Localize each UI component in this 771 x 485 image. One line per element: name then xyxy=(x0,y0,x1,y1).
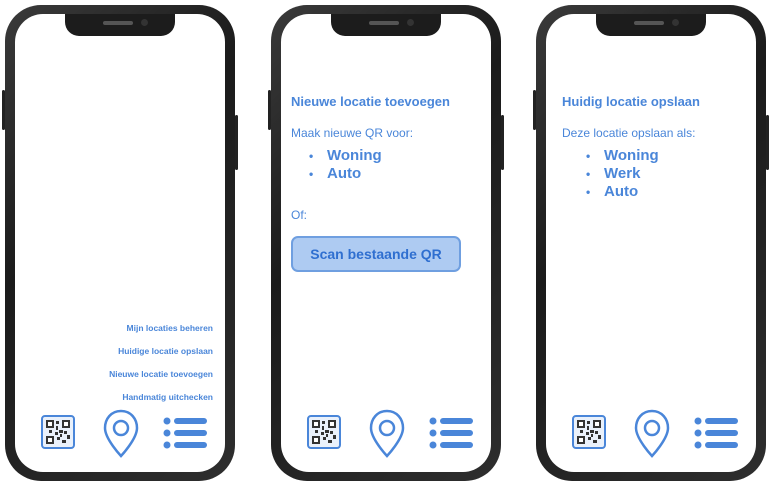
qr-code-icon[interactable] xyxy=(572,415,606,449)
page-subtitle: Maak nieuwe QR voor: xyxy=(291,126,414,140)
page-subtitle: Deze locatie opslaan als: xyxy=(562,126,696,140)
page-title: Nieuwe locatie toevoegen xyxy=(291,94,450,109)
qr-code-icon[interactable] xyxy=(41,415,75,449)
phone-home: Mijn locaties beheren Huidige locatie op… xyxy=(2,5,238,481)
page-title: Huidig locatie opslaan xyxy=(562,94,700,109)
notch xyxy=(331,14,441,36)
option-woning[interactable]: • Woning xyxy=(586,147,659,165)
option-woning[interactable]: • Woning xyxy=(309,147,382,165)
phone-save-location: Huidig locatie opslaan Deze locatie opsl… xyxy=(533,5,769,481)
menu-list-icon[interactable] xyxy=(429,417,473,449)
location-pin-icon[interactable] xyxy=(634,409,670,459)
notch xyxy=(65,14,175,36)
menu-link-save-current-location[interactable]: Huidige locatie opslaan xyxy=(109,340,213,363)
or-label: Of: xyxy=(291,208,308,222)
screen-home: Mijn locaties beheren Huidige locatie op… xyxy=(15,14,225,472)
bottom-nav xyxy=(281,409,491,461)
bottom-nav xyxy=(546,409,756,461)
option-list: • Woning • Werk • Auto xyxy=(586,147,659,201)
screen-save-location: Huidig locatie opslaan Deze locatie opsl… xyxy=(546,14,756,472)
menu-link-add-new-location[interactable]: Nieuwe locatie toevoegen xyxy=(109,363,213,386)
home-menu: Mijn locaties beheren Huidige locatie op… xyxy=(109,317,213,409)
option-werk[interactable]: • Werk xyxy=(586,165,659,183)
phone-add-location: Nieuwe locatie toevoegen Maak nieuwe QR … xyxy=(268,5,504,481)
menu-link-manage-locations[interactable]: Mijn locaties beheren xyxy=(109,317,213,340)
location-pin-icon[interactable] xyxy=(369,409,405,459)
option-auto[interactable]: • Auto xyxy=(586,183,659,201)
location-pin-icon[interactable] xyxy=(103,409,139,459)
menu-list-icon[interactable] xyxy=(163,417,207,449)
option-auto[interactable]: • Auto xyxy=(309,165,382,183)
bottom-nav xyxy=(15,409,225,461)
menu-link-manual-checkout[interactable]: Handmatig uitchecken xyxy=(109,386,213,409)
notch xyxy=(596,14,706,36)
qr-code-icon[interactable] xyxy=(307,415,341,449)
option-list: • Woning • Auto xyxy=(309,147,382,183)
scan-existing-qr-button[interactable]: Scan bestaande QR xyxy=(291,236,461,272)
menu-list-icon[interactable] xyxy=(694,417,738,449)
screen-add-location: Nieuwe locatie toevoegen Maak nieuwe QR … xyxy=(281,14,491,472)
